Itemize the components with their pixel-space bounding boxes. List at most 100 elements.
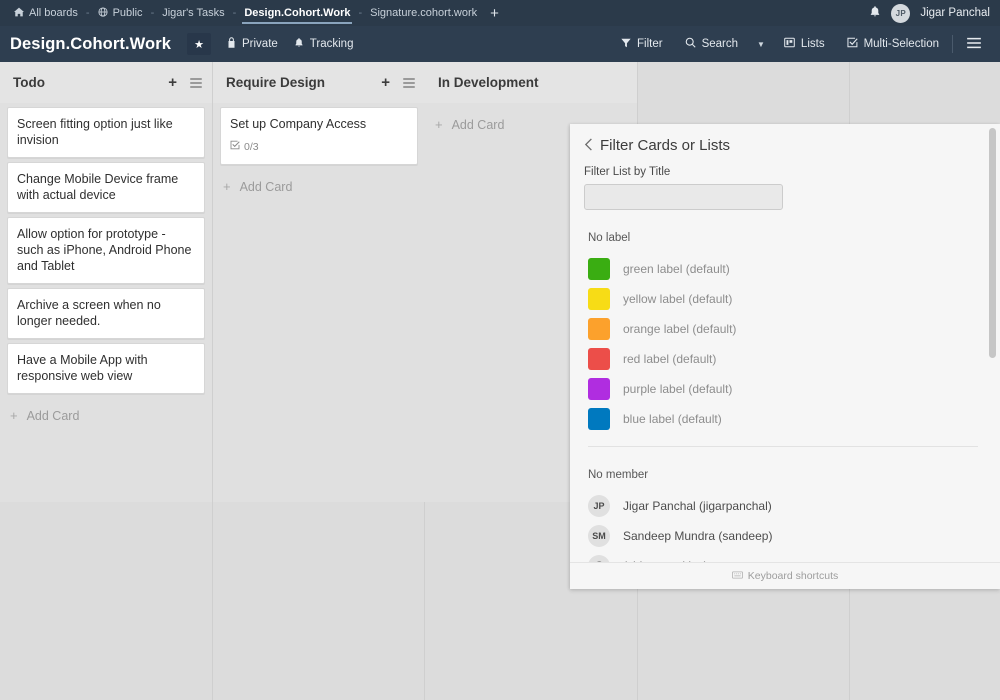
board-privacy-button[interactable]: Private — [227, 37, 278, 51]
list-require-design: Require Design + Set up Company Access 0… — [213, 62, 425, 502]
label-name: purple label (default) — [623, 382, 732, 396]
card[interactable]: Have a Mobile App with responsive web vi… — [7, 343, 205, 394]
avatar[interactable]: JP — [891, 4, 910, 23]
keyboard-shortcuts-bar[interactable]: Keyboard shortcuts — [570, 562, 1000, 589]
search-button[interactable]: Search — [674, 37, 749, 51]
breadcrumb-public[interactable]: Public — [92, 0, 149, 26]
divider — [952, 35, 953, 53]
list-todo: Todo + Screen fitting option just like i… — [0, 62, 212, 502]
lock-icon — [227, 37, 236, 51]
card[interactable]: Set up Company Access 0/3 — [220, 107, 418, 165]
top-nav-right: JP Jigar Panchal — [869, 4, 992, 23]
list-title: Todo — [13, 75, 45, 90]
search-icon — [685, 37, 696, 51]
card[interactable]: Allow option for prototype - such as iPh… — [7, 217, 205, 284]
filter-panel-scroll-area: Filter Cards or Lists Filter List by Tit… — [570, 124, 1000, 562]
divider — [588, 446, 978, 447]
breadcrumb-label: All boards — [29, 7, 78, 19]
filter-panel-header: Filter Cards or Lists — [584, 137, 982, 154]
breadcrumb-all-boards[interactable]: All boards — [8, 0, 84, 26]
keyboard-icon — [732, 571, 743, 582]
lists-button[interactable]: Lists — [773, 37, 836, 51]
board-icon — [784, 37, 795, 51]
label-swatch-purple — [588, 378, 610, 400]
breadcrumb-separator: - — [84, 7, 92, 19]
funnel-icon — [621, 38, 631, 51]
checklist-icon — [230, 139, 240, 155]
list-title: Require Design — [226, 75, 325, 90]
multi-selection-button[interactable]: Multi-Selection — [836, 37, 950, 51]
card[interactable]: Change Mobile Device frame with actual d… — [7, 162, 205, 213]
bell-icon — [294, 37, 304, 51]
panel-scrollbar-thumb[interactable] — [989, 128, 996, 358]
label-name: red label (default) — [623, 352, 716, 366]
list-header: In Development + — [425, 62, 637, 103]
star-button[interactable]: ★ — [187, 33, 211, 55]
user-name[interactable]: Jigar Panchal — [920, 7, 990, 19]
member-filter-row[interactable]: SM Sandeep Mundra (sandeep) — [584, 521, 982, 551]
label-filter-row[interactable]: purple label (default) — [584, 374, 982, 404]
label-filter-row[interactable]: red label (default) — [584, 344, 982, 374]
add-card-icon[interactable]: + — [168, 75, 177, 90]
filter-title-input[interactable] — [584, 184, 783, 210]
chevron-left-icon[interactable] — [584, 138, 593, 154]
list-menu-icon[interactable] — [403, 76, 415, 90]
label-name: blue label (default) — [623, 412, 722, 426]
member-name: Jigar Panchal (jigarpanchal) — [623, 499, 772, 513]
checklist-count: 0/3 — [244, 139, 259, 155]
breadcrumb-signature-cohort-work[interactable]: Signature.cohort.work — [364, 0, 483, 26]
card[interactable]: Archive a screen when no longer needed. — [7, 288, 205, 339]
add-board-button[interactable]: + — [483, 6, 506, 21]
filter-panel-content: Filter Cards or Lists Filter List by Tit… — [570, 124, 1000, 562]
label-filter-row[interactable]: blue label (default) — [584, 404, 982, 434]
filter-panel: Filter Cards or Lists Filter List by Tit… — [570, 124, 1000, 589]
list-header: Todo + — [0, 62, 212, 103]
breadcrumb-jigars-tasks[interactable]: Jigar's Tasks — [156, 0, 230, 26]
list-menu-icon[interactable] — [190, 76, 202, 90]
list-header: Require Design + — [213, 62, 425, 103]
add-card-button[interactable]: + Add Card — [213, 169, 425, 204]
member-name: Sandeep Mundra (sandeep) — [623, 529, 772, 543]
star-icon: ★ — [194, 38, 204, 51]
label-swatch-orange — [588, 318, 610, 340]
top-navigation-bar: All boards - Public - Jigar's Tasks - De… — [0, 0, 1000, 26]
breadcrumb-label: Signature.cohort.work — [370, 7, 477, 19]
label-filter-row[interactable]: green label (default) — [584, 254, 982, 284]
board-privacy-label: Private — [242, 38, 278, 50]
plus-icon: + — [223, 179, 231, 194]
hamburger-icon[interactable] — [955, 36, 990, 52]
avatar: C — [588, 555, 610, 562]
add-card-button[interactable]: + Add Card — [0, 398, 212, 433]
chevron-down-icon[interactable]: ▼ — [749, 40, 773, 49]
multi-selection-label: Multi-Selection — [864, 38, 939, 50]
panel-scrollbar[interactable] — [989, 128, 996, 558]
add-card-icon[interactable]: + — [381, 75, 390, 90]
card-title: Set up Company Access — [230, 116, 408, 132]
label-filter-row[interactable]: yellow label (default) — [584, 284, 982, 314]
plus-icon: + — [10, 408, 18, 423]
board-tracking-button[interactable]: Tracking — [294, 37, 354, 51]
member-name: (chintan.pokiya) — [623, 559, 708, 562]
filter-title-label: Filter List by Title — [584, 166, 982, 178]
members-section-label: No member — [588, 469, 982, 481]
list-cards: Screen fitting option just like invision… — [0, 103, 212, 394]
label-name: yellow label (default) — [623, 292, 732, 306]
card-badges: 0/3 — [230, 139, 408, 155]
label-filter-row[interactable]: orange label (default) — [584, 314, 982, 344]
keyboard-shortcuts-label: Keyboard shortcuts — [748, 570, 838, 582]
list-actions: + — [593, 75, 627, 90]
search-label: Search — [702, 38, 738, 50]
filter-button[interactable]: Filter — [610, 38, 674, 51]
breadcrumb-design-cohort-work[interactable]: Design.Cohort.Work — [238, 0, 356, 26]
page-title: Design.Cohort.Work — [10, 35, 171, 54]
card[interactable]: Screen fitting option just like invision — [7, 107, 205, 158]
board-tracking-label: Tracking — [310, 38, 354, 50]
add-card-label: Add Card — [452, 118, 505, 132]
list-cards: Set up Company Access 0/3 — [213, 103, 425, 165]
member-filter-row[interactable]: JP Jigar Panchal (jigarpanchal) — [584, 491, 982, 521]
label-swatch-yellow — [588, 288, 610, 310]
breadcrumb-separator: - — [231, 7, 239, 19]
member-filter-row[interactable]: C (chintan.pokiya) — [584, 551, 982, 562]
bell-icon[interactable] — [869, 5, 881, 21]
lists-label: Lists — [801, 38, 825, 50]
